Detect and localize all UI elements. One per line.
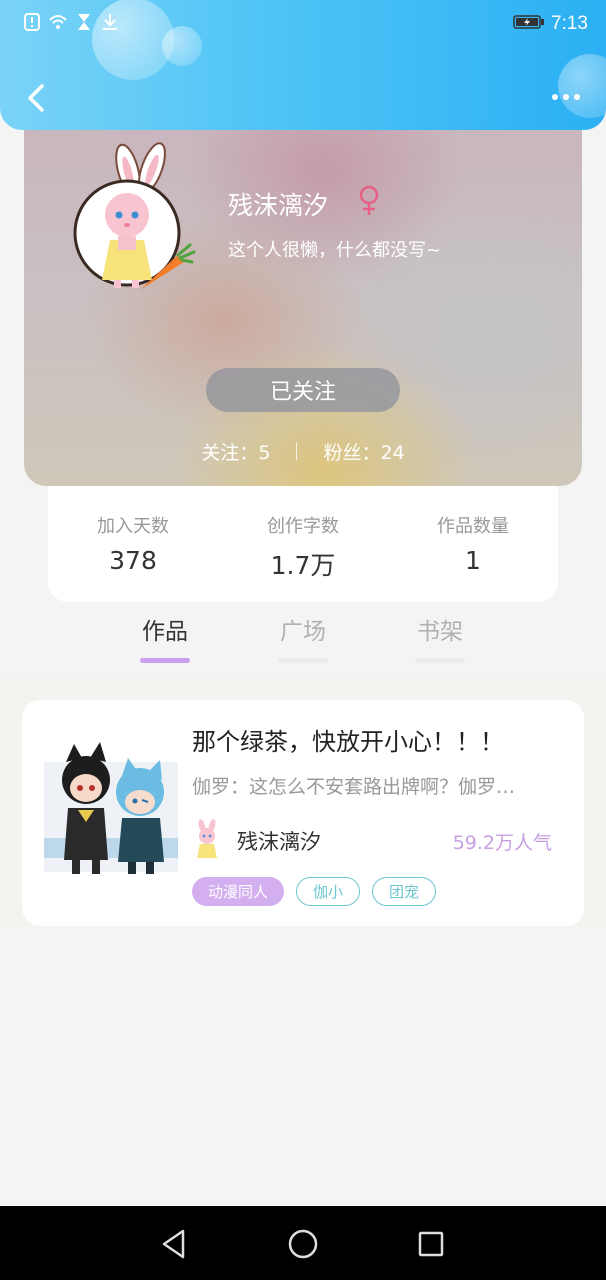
cover-illustration <box>44 742 178 874</box>
work-tags: 动漫同人 伽小 团宠 <box>192 877 437 906</box>
stat-label: 加入天数 <box>97 516 169 537</box>
tab-label: 书架 <box>417 619 463 645</box>
system-nav-bar <box>0 1206 606 1280</box>
back-button[interactable] <box>18 78 54 118</box>
work-cover-image[interactable] <box>44 722 178 880</box>
tab-bar: 作品 广场 书架 <box>0 612 606 672</box>
status-icons-left <box>22 12 120 36</box>
follow-stats: 关注：5 粉丝：24 <box>24 434 582 468</box>
stat-value: 1.7万 <box>270 551 336 580</box>
more-dots-icon <box>574 94 580 100</box>
tab-square[interactable]: 广场 <box>258 612 348 663</box>
work-card[interactable]: 那个绿茶，快放开小心！！！ 伽罗：这怎么不安套路出牌啊？伽罗… 残沫漓汐 59.… <box>22 700 584 926</box>
status-time: 7:13 <box>551 13 588 34</box>
work-title[interactable]: 那个绿茶，快放开小心！！！ <box>192 722 504 757</box>
stats-card: 加入天数 378 创作字数 1.7万 作品数量 1 <box>48 484 558 602</box>
profile-card: 残沫漓汐 这个人很懒，什么都没写~ 已关注 关注：5 粉丝：24 <box>24 110 582 486</box>
tab-bookshelf[interactable]: 书架 <box>395 612 485 663</box>
work-description: 伽罗：这怎么不安套路出牌啊？伽罗… <box>192 776 516 798</box>
chevron-left-icon <box>28 84 44 112</box>
more-button[interactable] <box>546 82 586 112</box>
divider <box>296 442 298 460</box>
tag-chip[interactable]: 伽小 <box>296 877 361 906</box>
decorative-bubble <box>162 26 202 66</box>
nav-back-button[interactable] <box>154 1226 194 1262</box>
back-triangle-icon <box>162 1229 185 1259</box>
nav-recents-button[interactable] <box>411 1226 451 1262</box>
followers-count[interactable]: 粉丝：24 <box>323 438 404 465</box>
tab-indicator <box>140 658 190 663</box>
work-popularity: 59.2万人气 <box>452 832 552 854</box>
tab-indicator <box>415 658 465 663</box>
wifi-icon <box>48 12 68 36</box>
follow-button[interactable]: 已关注 <box>206 368 400 412</box>
more-dots-icon <box>552 94 558 100</box>
stat-value: 378 <box>109 546 157 575</box>
bunny-avatar-illustration <box>73 142 196 290</box>
stat-word-count: 创作字数 1.7万 <box>223 512 383 582</box>
tag-chip[interactable]: 团宠 <box>372 877 437 906</box>
avatar[interactable] <box>70 140 200 300</box>
alert-icon <box>22 12 42 36</box>
work-author[interactable]: 残沫漓汐 <box>237 826 321 856</box>
female-icon <box>359 185 379 215</box>
tab-works[interactable]: 作品 <box>120 612 210 663</box>
stat-works-count: 作品数量 1 <box>393 512 553 575</box>
stat-join-days: 加入天数 378 <box>53 512 213 575</box>
profile-bio: 这个人很懒，什么都没写~ <box>228 240 442 261</box>
more-dots-icon <box>563 94 569 100</box>
nav-home-button[interactable] <box>283 1226 323 1262</box>
header-bar: 7:13 <box>0 0 606 130</box>
stat-value: 1 <box>465 546 481 575</box>
battery-icon <box>513 14 545 34</box>
tab-indicator <box>278 658 328 663</box>
status-icons-right: 7:13 <box>513 13 588 35</box>
author-avatar[interactable] <box>192 818 224 862</box>
stat-label: 作品数量 <box>437 516 509 537</box>
profile-name: 残沫漓汐 <box>228 191 329 220</box>
bunny-mini-avatar <box>197 819 217 858</box>
download-icon <box>100 12 120 36</box>
tag-chip[interactable]: 动漫同人 <box>192 877 285 906</box>
following-count[interactable]: 关注：5 <box>201 438 270 465</box>
hourglass-icon <box>74 12 94 36</box>
home-circle-icon <box>288 1229 318 1259</box>
tab-label: 作品 <box>142 619 188 645</box>
recents-square-icon <box>418 1231 444 1257</box>
stat-label: 创作字数 <box>267 516 339 537</box>
tab-label: 广场 <box>280 619 326 645</box>
